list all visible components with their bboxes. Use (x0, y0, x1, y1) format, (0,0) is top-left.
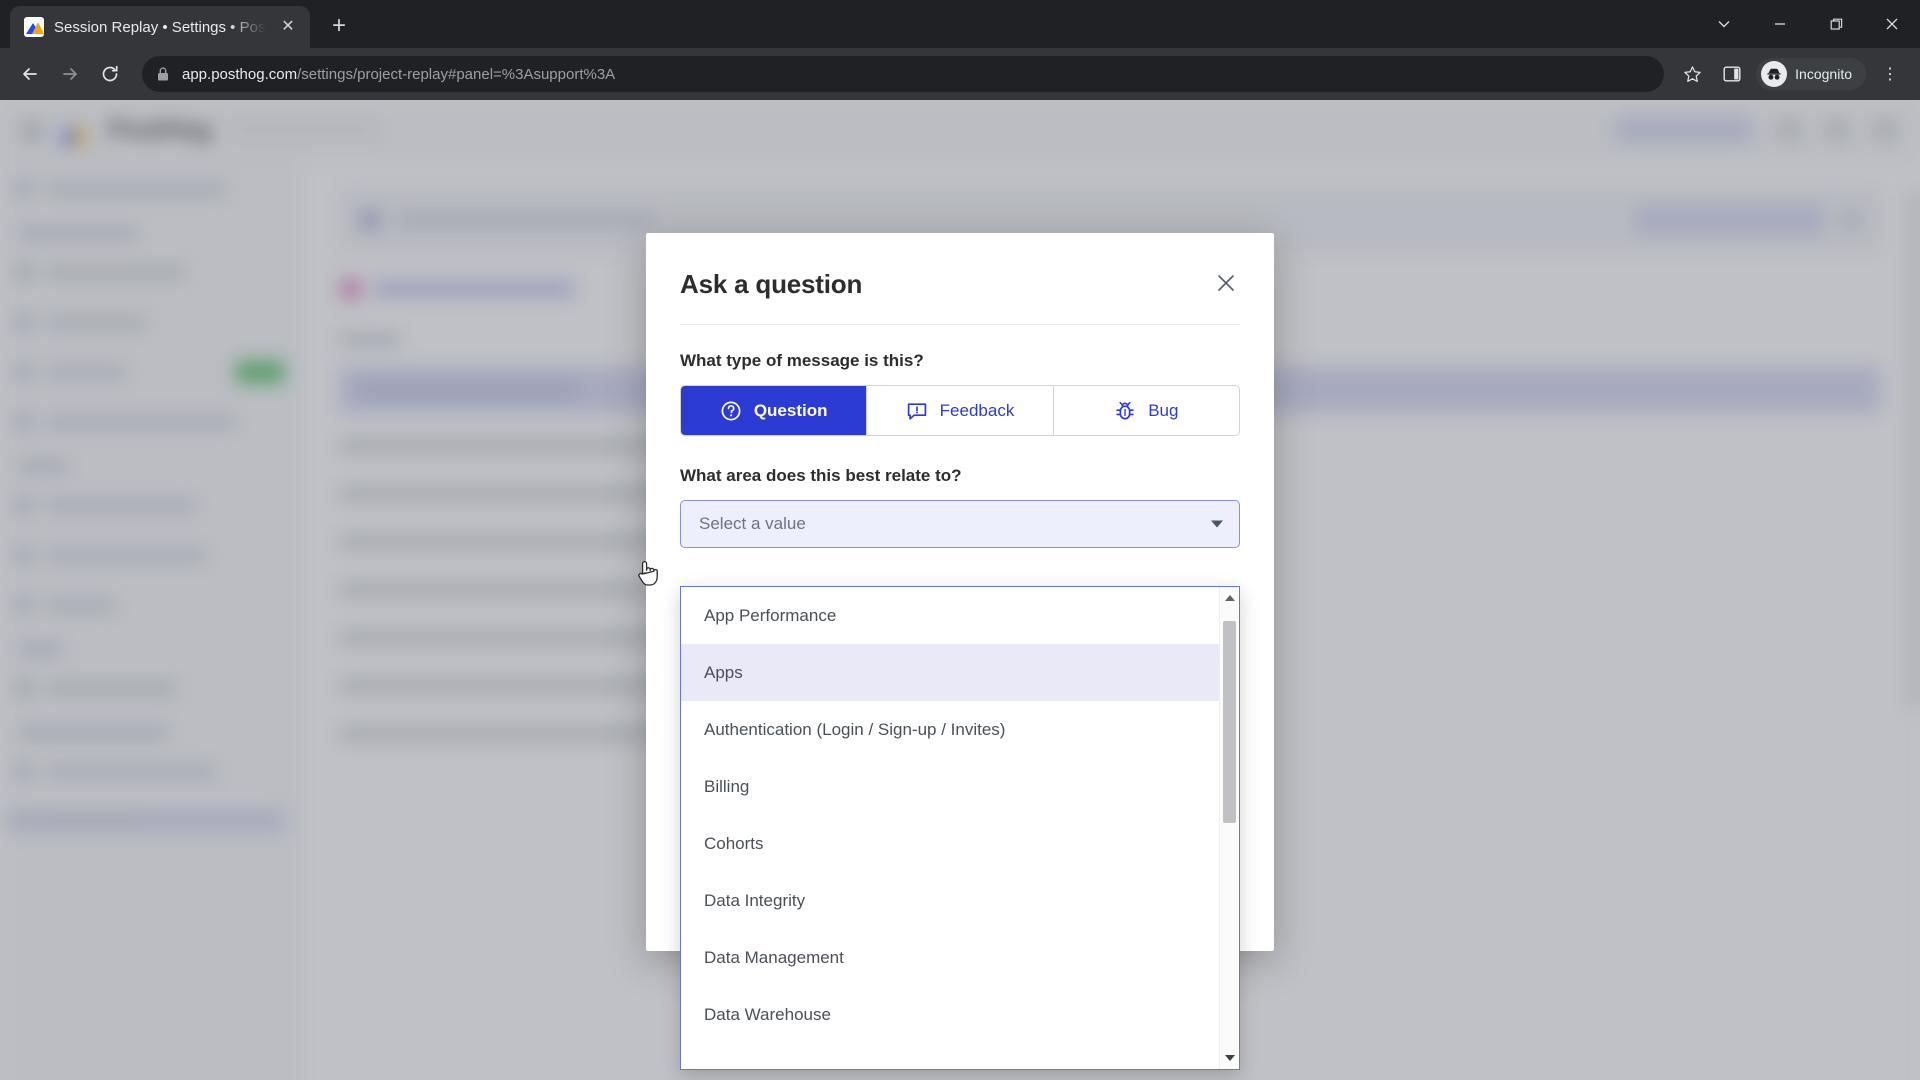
scroll-up-icon[interactable] (1220, 589, 1239, 607)
reload-icon[interactable] (92, 56, 128, 92)
browser-tab[interactable]: Session Replay • Settings • PostHog ✕ (10, 6, 310, 48)
message-type-label: What type of message is this? (680, 351, 924, 370)
message-type-option-label: Bug (1148, 400, 1179, 420)
dropdown-option[interactable]: Data Integrity (681, 872, 1219, 929)
window-controls (1696, 0, 1920, 48)
close-window-button[interactable] (1864, 0, 1920, 48)
lock-icon (158, 67, 168, 81)
tab-strip: Session Replay • Settings • PostHog ✕ + (0, 0, 1920, 48)
area-dropdown-list: App Performance Apps Authentication (Log… (680, 586, 1240, 1070)
message-type-option-label: Feedback (939, 400, 1015, 420)
incognito-label: Incognito (1795, 66, 1852, 82)
dropdown-options: App Performance Apps Authentication (Log… (681, 587, 1219, 1069)
message-type-option-feedback[interactable]: Feedback (867, 386, 1054, 435)
bookmark-star-icon[interactable] (1674, 56, 1710, 92)
address-bar[interactable]: app.posthog.com/settings/project-replay#… (142, 56, 1665, 92)
url-path: /settings/project-replay#panel=%3Asuppor… (297, 65, 616, 83)
modal-body: What type of message is this? Question F… (646, 325, 1274, 548)
maximize-button[interactable] (1808, 0, 1864, 48)
area-label: What area does this best relate to? (680, 466, 962, 485)
dropdown-option[interactable]: Apps (681, 644, 1219, 701)
incognito-indicator[interactable]: Incognito (1756, 58, 1866, 90)
back-icon[interactable] (12, 56, 48, 92)
side-panel-icon[interactable] (1714, 56, 1750, 92)
close-icon[interactable] (1212, 269, 1240, 297)
scrollbar-thumb[interactable] (1223, 621, 1236, 823)
dropdown-scrollbar[interactable] (1219, 587, 1239, 1069)
bug-icon (1116, 401, 1134, 419)
area-select-placeholder: Select a value (699, 514, 806, 533)
message-exclamation-icon (907, 402, 926, 420)
modal-title: Ask a question (680, 269, 863, 299)
message-type-option-label: Question (753, 400, 828, 420)
posthog-favicon (24, 17, 44, 37)
message-type-segmented-control: Question Feedback Bug (680, 385, 1240, 436)
chrome-menu-icon[interactable]: ⋮ (1872, 56, 1908, 92)
forward-icon[interactable] (52, 56, 88, 92)
browser-toolbar: app.posthog.com/settings/project-replay#… (0, 48, 1920, 100)
dropdown-option[interactable]: Data Management (681, 929, 1219, 986)
url-text: app.posthog.com/settings/project-replay#… (182, 66, 615, 83)
modal-header: Ask a question (646, 233, 1274, 300)
tab-search-icon[interactable] (1696, 0, 1752, 48)
dropdown-option[interactable]: App Performance (681, 587, 1219, 644)
area-select[interactable]: Select a value (680, 500, 1240, 548)
message-type-option-question[interactable]: Question (681, 386, 868, 435)
tab-close-icon[interactable]: ✕ (276, 15, 300, 39)
url-domain: app.posthog.com (182, 65, 298, 83)
dropdown-option[interactable]: Data Warehouse (681, 986, 1219, 1043)
minimize-button[interactable] (1752, 0, 1808, 48)
browser-window: Session Replay • Settings • PostHog ✕ + (0, 0, 1920, 1080)
incognito-icon (1761, 61, 1788, 87)
tab-title: Session Replay • Settings • PostHog (54, 18, 266, 36)
dropdown-option[interactable]: Cohorts (681, 815, 1219, 872)
new-tab-button[interactable]: + (322, 10, 356, 44)
message-type-option-bug[interactable]: Bug (1053, 386, 1239, 435)
scroll-down-icon[interactable] (1220, 1049, 1239, 1067)
circle-question-icon (721, 401, 741, 420)
dropdown-option[interactable]: Authentication (Login / Sign-up / Invite… (681, 701, 1219, 758)
dropdown-option[interactable]: Billing (681, 758, 1219, 815)
chevron-down-icon (1211, 520, 1223, 528)
